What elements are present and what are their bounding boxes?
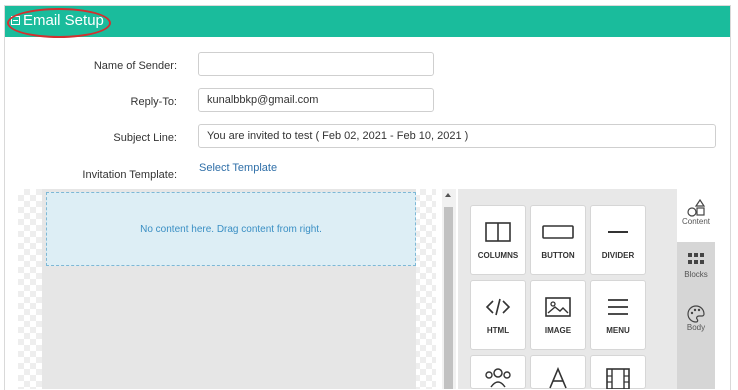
tab-body-label: Body <box>686 323 706 332</box>
tool-html-label: HTML <box>486 326 510 335</box>
scroll-up-icon[interactable] <box>445 193 451 197</box>
tool-menu[interactable]: MENU <box>590 280 646 350</box>
tool-button-label: BUTTON <box>541 251 575 260</box>
menu-icon <box>591 295 645 319</box>
tab-content-label: Content <box>681 217 711 226</box>
panel-header[interactable]: Email Setup <box>5 6 730 38</box>
editor-side-tabs: Content Blocks Body <box>677 189 715 389</box>
select-template-link[interactable]: Select Template <box>199 162 277 174</box>
shapes-icon <box>677 199 715 217</box>
canvas-scrollbar[interactable] <box>442 189 456 389</box>
tool-columns[interactable]: COLUMNS <box>470 205 526 275</box>
reply-to-input[interactable]: kunalbbkp@gmail.com <box>198 88 434 112</box>
tool-button[interactable]: BUTTON <box>530 205 586 275</box>
tool-social[interactable] <box>470 355 526 389</box>
tool-text[interactable] <box>530 355 586 389</box>
text-icon <box>531 366 585 390</box>
image-icon <box>531 295 585 319</box>
sender-name-input[interactable] <box>198 52 434 76</box>
button-icon <box>531 220 585 244</box>
empty-dropzone[interactable]: No content here. Drag content from right… <box>46 192 416 266</box>
tool-image-label: IMAGE <box>544 326 572 335</box>
subject-label: Subject Line: <box>113 132 177 144</box>
sender-label: Name of Sender: <box>93 60 177 72</box>
tool-html[interactable]: HTML <box>470 280 526 350</box>
dropzone-message: No content here. Drag content from right… <box>140 223 322 235</box>
tool-video[interactable] <box>590 355 646 389</box>
tool-divider-label: DIVIDER <box>601 251 635 260</box>
scroll-thumb[interactable] <box>444 207 453 389</box>
tool-image[interactable]: IMAGE <box>530 280 586 350</box>
tool-menu-label: MENU <box>606 326 630 335</box>
tool-columns-label: COLUMNS <box>477 251 519 260</box>
template-label: Invitation Template: <box>82 169 177 181</box>
subject-line-input[interactable]: You are invited to test ( Feb 02, 2021 -… <box>198 124 716 148</box>
users-icon <box>471 366 525 390</box>
tab-blocks[interactable]: Blocks <box>677 242 715 294</box>
film-icon <box>591 366 645 390</box>
palette-icon <box>677 305 715 323</box>
editor-canvas[interactable]: No content here. Drag content from right… <box>18 189 436 389</box>
tab-body[interactable]: Body <box>677 295 715 347</box>
tab-content[interactable]: Content <box>677 189 715 242</box>
reply-to-label: Reply-To: <box>130 96 177 108</box>
columns-icon <box>471 220 525 244</box>
content-tools-panel: COLUMNS BUTTON DIVIDER HTML IMAGE MENU <box>458 189 677 389</box>
highlight-circle <box>7 8 111 38</box>
grid-icon <box>677 252 715 270</box>
tab-blocks-label: Blocks <box>684 270 708 279</box>
code-icon <box>471 295 525 319</box>
tool-divider[interactable]: DIVIDER <box>590 205 646 275</box>
divider-icon <box>591 220 645 244</box>
email-editor: No content here. Drag content from right… <box>18 189 715 389</box>
